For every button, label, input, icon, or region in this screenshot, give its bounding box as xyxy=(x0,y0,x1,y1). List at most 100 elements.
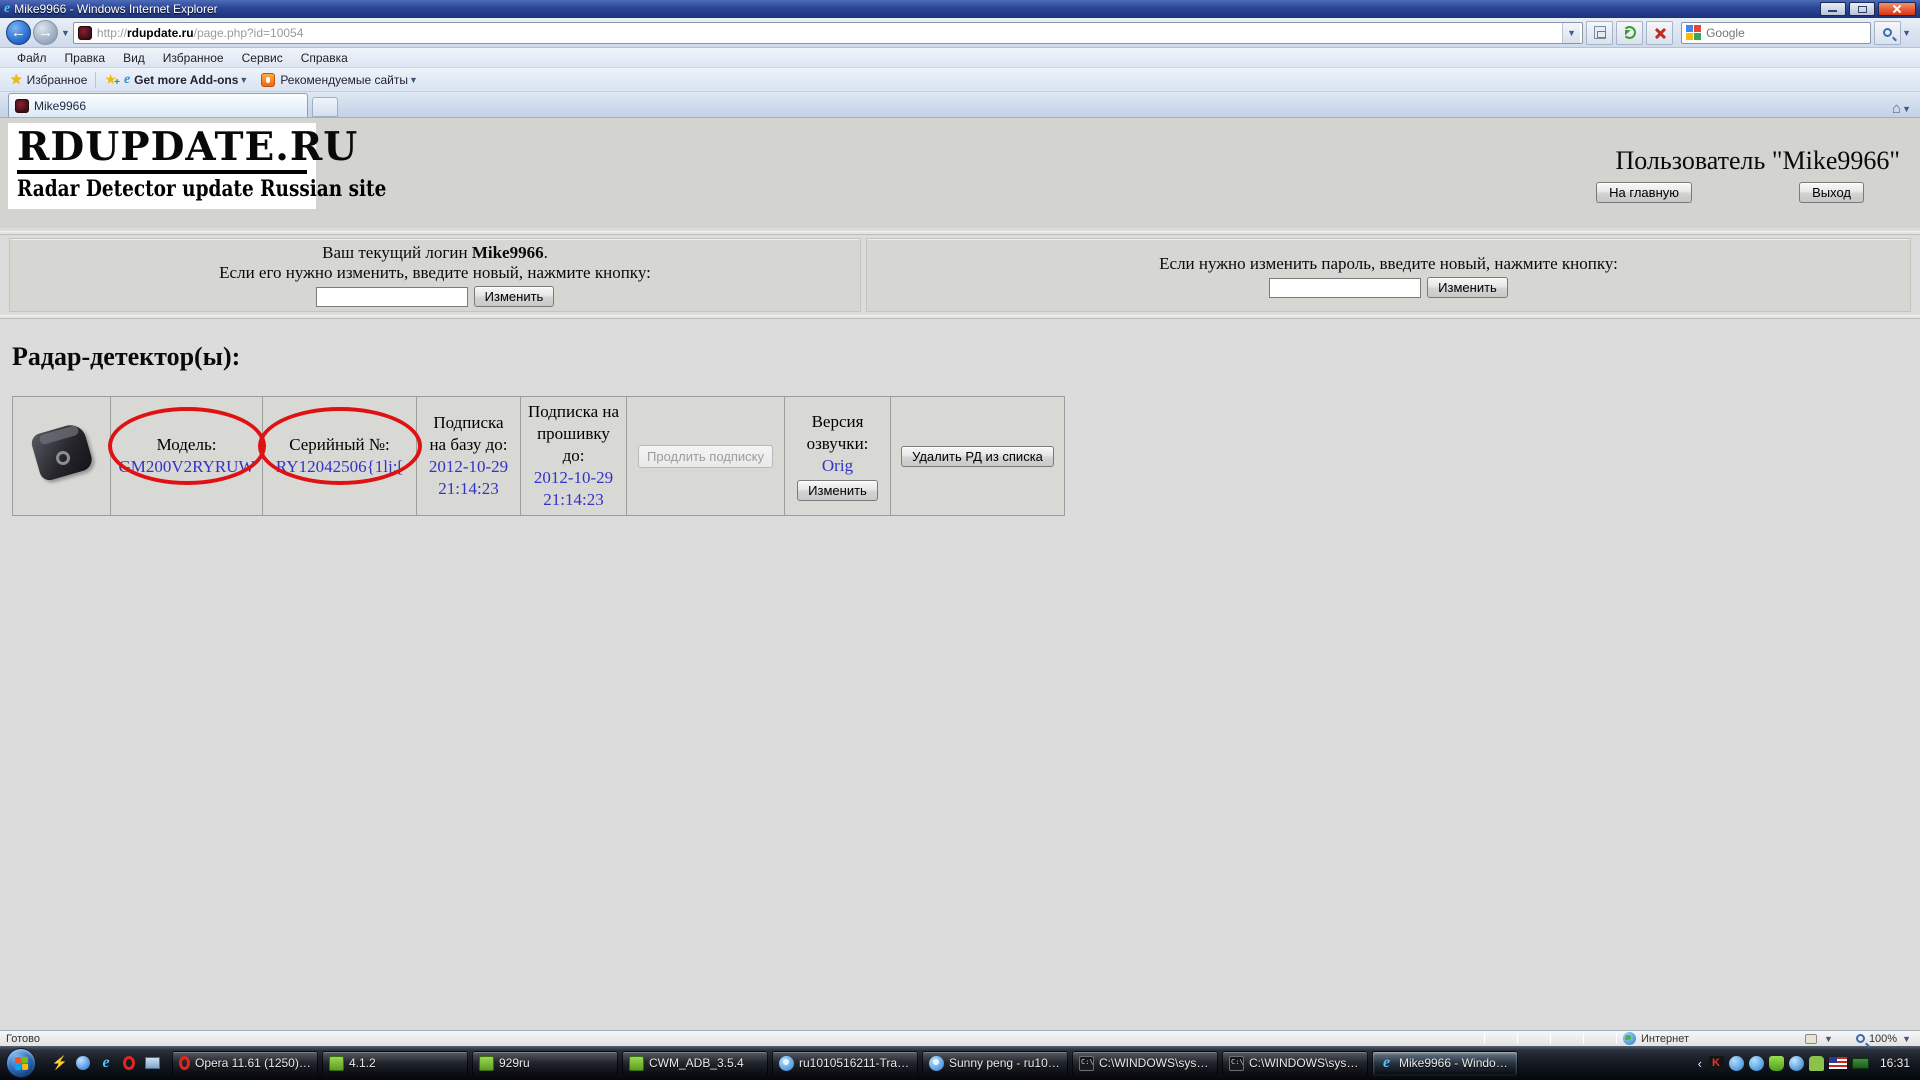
tab-favicon xyxy=(15,99,29,113)
menu-item-edit[interactable]: Правка xyxy=(56,49,115,67)
model-cell: Модель: GM200V2RYRUW xyxy=(111,397,263,516)
db-subscription-cell: Подписка на базу до: 2012-10-29 21:14:23 xyxy=(417,397,521,516)
menu-bar: Файл Правка Вид Избранное Сервис Справка xyxy=(0,48,1920,68)
device-photo-cell xyxy=(13,397,111,516)
voice-cell: Версия озвучки: Orig Изменить xyxy=(785,397,891,516)
forward-button[interactable]: → xyxy=(33,20,58,45)
tray-expand-icon[interactable]: ‹ xyxy=(1698,1056,1702,1071)
model-value: GM200V2RYRUW xyxy=(117,456,256,478)
favorites-button[interactable]: Избранное xyxy=(27,73,88,87)
taskbar-button-cwm-adb[interactable]: CWM_ADB_3.5.4 xyxy=(622,1051,768,1076)
media-player-icon[interactable] xyxy=(75,1055,91,1071)
show-desktop-icon[interactable] xyxy=(144,1055,160,1071)
quick-launch-icon-1[interactable]: ⚡ xyxy=(52,1055,68,1071)
addons-dropdown-icon[interactable]: ▼ xyxy=(239,75,248,85)
menu-item-tools[interactable]: Сервис xyxy=(233,49,292,67)
new-password-input[interactable] xyxy=(1269,278,1421,298)
change-password-button[interactable]: Изменить xyxy=(1427,277,1508,298)
address-input[interactable]: http://rdupdate.ru/page.php?id=10054 ▼ xyxy=(73,22,1583,44)
search-options-dropdown-icon[interactable]: ▼ xyxy=(1902,28,1911,38)
get-more-addons-button[interactable]: Get more Add-ons xyxy=(134,73,238,87)
menu-item-file[interactable]: Файл xyxy=(8,49,56,67)
language-flag-icon[interactable] xyxy=(1829,1057,1847,1069)
android-tray-icon[interactable] xyxy=(1809,1056,1824,1071)
messenger-icon-1[interactable] xyxy=(1729,1056,1744,1071)
taskbar-button-929ru[interactable]: 929ru xyxy=(472,1051,618,1076)
home-page-button[interactable]: На главную xyxy=(1596,182,1692,203)
protected-mode-dropdown-icon[interactable]: ▼ xyxy=(1824,1034,1833,1044)
section-title: Радар-детектор(ы): xyxy=(12,342,1920,372)
refresh-button[interactable] xyxy=(1616,21,1643,45)
minimize-button[interactable] xyxy=(1820,2,1846,16)
tray-clock[interactable]: 16:31 xyxy=(1880,1056,1910,1070)
zoom-level[interactable]: 100% xyxy=(1869,1033,1897,1045)
device-table: Модель: GM200V2RYRUW Серийный №: RY12042… xyxy=(12,396,1065,516)
device-table-wrapper: Модель: GM200V2RYRUW Серийный №: RY12042… xyxy=(12,396,1920,516)
search-box[interactable] xyxy=(1681,22,1871,44)
trademanager-icon xyxy=(779,1056,794,1071)
ie-icon: e xyxy=(1379,1056,1394,1071)
add-favorite-icon[interactable]: ★+ xyxy=(104,71,117,88)
favorites-star-icon: ★ xyxy=(10,71,23,88)
firmware-subscription-time: 21:14:23 xyxy=(527,489,620,511)
trademanager-icon xyxy=(929,1056,944,1071)
change-voice-button[interactable]: Изменить xyxy=(797,480,878,501)
prolong-subscription-button: Продлить подписку xyxy=(638,445,773,468)
suggested-sites-dropdown-icon[interactable]: ▼ xyxy=(409,75,418,85)
logout-button[interactable]: Выход xyxy=(1799,182,1864,203)
maximize-button[interactable] xyxy=(1849,2,1875,16)
site-favicon xyxy=(78,26,92,40)
menu-item-favorites[interactable]: Избранное xyxy=(154,49,233,67)
compatibility-view-button[interactable] xyxy=(1586,21,1613,45)
new-login-input[interactable] xyxy=(316,287,468,307)
menu-item-help[interactable]: Справка xyxy=(292,49,357,67)
search-button[interactable] xyxy=(1874,21,1901,45)
start-button[interactable] xyxy=(6,1048,36,1078)
cmd-icon xyxy=(1229,1056,1244,1071)
current-login-value: Mike9966 xyxy=(472,243,544,262)
change-login-button[interactable]: Изменить xyxy=(474,286,555,307)
serial-cell: Серийный №: RY12042506{1lj;[ xyxy=(263,397,417,516)
stop-button[interactable] xyxy=(1646,21,1673,45)
antivirus-shield-icon[interactable] xyxy=(1769,1056,1784,1071)
new-tab-button[interactable] xyxy=(312,97,338,117)
taskbar-button-trademanager-2[interactable]: Sunny peng - ru1010... xyxy=(922,1051,1068,1076)
zoom-dropdown-icon[interactable]: ▼ xyxy=(1902,1034,1911,1044)
protected-mode-icon[interactable] xyxy=(1805,1034,1817,1044)
taskbar-button-cmd-1[interactable]: C:\WINDOWS\syste... xyxy=(1072,1051,1218,1076)
network-globe-icon[interactable] xyxy=(1789,1056,1804,1071)
serial-label: Серийный №: xyxy=(269,434,410,456)
url-text[interactable]: http://rdupdate.ru/page.php?id=10054 xyxy=(97,26,1562,40)
opera-quick-launch-icon[interactable] xyxy=(121,1055,137,1071)
suggested-sites-button[interactable]: Рекомендуемые сайты xyxy=(280,73,408,87)
suggested-sites-icon xyxy=(261,73,275,87)
taskbar-button-trademanager-1[interactable]: ru1010516211-Trade... xyxy=(772,1051,918,1076)
taskbar-button-cmd-2[interactable]: C:\WINDOWS\syste... xyxy=(1222,1051,1368,1076)
kaspersky-icon[interactable] xyxy=(1709,1056,1724,1071)
model-label: Модель: xyxy=(117,434,256,456)
tab-title: Mike9966 xyxy=(34,99,86,113)
android-icon xyxy=(479,1056,494,1071)
search-input[interactable] xyxy=(1706,26,1866,40)
window-title: Mike9966 - Windows Internet Explorer xyxy=(14,2,1817,16)
home-dropdown-icon[interactable]: ▼ xyxy=(1902,104,1911,114)
internet-zone-icon xyxy=(1623,1032,1636,1045)
taskbar-button-opera[interactable]: Opera 11.61 (1250): ... xyxy=(172,1051,318,1076)
history-dropdown-icon[interactable]: ▼ xyxy=(61,28,70,38)
delete-device-button[interactable]: Удалить РД из списка xyxy=(901,446,1054,467)
back-button[interactable]: ← xyxy=(6,20,31,45)
close-button[interactable] xyxy=(1878,2,1916,16)
tab-mike9966[interactable]: Mike9966 xyxy=(8,93,308,117)
address-dropdown-icon[interactable]: ▼ xyxy=(1562,23,1580,43)
messenger-icon-2[interactable] xyxy=(1749,1056,1764,1071)
password-instruction: Если нужно изменить пароль, введите новы… xyxy=(867,254,1910,274)
home-icon[interactable]: ⌂ xyxy=(1892,100,1901,117)
ie-quick-launch-icon[interactable]: e xyxy=(98,1055,114,1071)
tab-bar: Mike9966 ⌂ ▼ xyxy=(0,92,1920,118)
taskbar-button-android-412[interactable]: 4.1.2 xyxy=(322,1051,468,1076)
login-instruction: Если его нужно изменить, введите новый, … xyxy=(10,263,860,283)
battery-icon[interactable] xyxy=(1852,1058,1869,1069)
taskbar-button-ie-active[interactable]: e Mike9966 - Windows ... xyxy=(1372,1051,1518,1076)
menu-item-view[interactable]: Вид xyxy=(114,49,154,67)
db-subscription-label: Подписка на базу до: xyxy=(423,412,514,456)
